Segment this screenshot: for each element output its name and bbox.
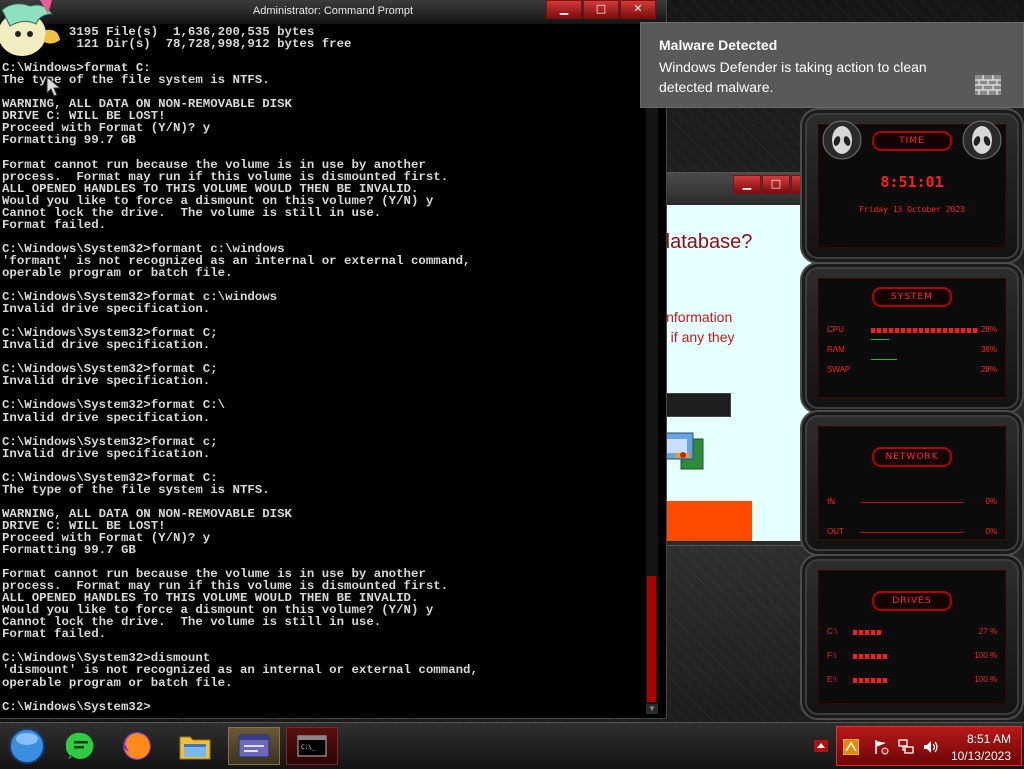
- alien-head-icon: [962, 120, 1002, 160]
- drives-gadget[interactable]: DRIVES C:\ 27 % F:\ 100 % E:\ 100 %: [800, 554, 1024, 720]
- gadget-date: Friday 13 October 2023: [859, 205, 965, 214]
- taskbar-command-prompt[interactable]: C:\_: [286, 727, 338, 765]
- system-gadget[interactable]: SYSTEM CPU 28% RAM 36% SWAP 28%: [800, 262, 1024, 414]
- terminal-icon: C:\_: [297, 735, 327, 757]
- swap-graph-line: [871, 359, 897, 360]
- system-tray: 8:51 AM 10/13/2023: [836, 726, 1022, 766]
- ram-graph-line: [871, 339, 889, 340]
- drive-f-bar: [853, 654, 887, 659]
- drive-f-value: 100 %: [974, 651, 997, 660]
- cmd-console-output[interactable]: 3195 File(s) 1,636,200,535 bytes 121 Dir…: [2, 26, 642, 716]
- cmd-minimize-button[interactable]: ▁: [546, 0, 582, 19]
- drive-f-row: F:\ 100 %: [827, 651, 997, 663]
- dialog-titlebar[interactable]: ▁ □ ✕: [657, 173, 823, 203]
- drives-gadget-screen: DRIVES C:\ 27 % F:\ 100 % E:\ 100 %: [818, 570, 1006, 704]
- mouse-cursor-icon: [46, 76, 62, 97]
- cpu-value: 28%: [980, 325, 997, 334]
- svg-text:C:\_: C:\_: [301, 744, 316, 751]
- net-in-value: 0%: [985, 497, 997, 506]
- folder-icon: [179, 736, 211, 760]
- taskbar-time: 8:51 AM: [966, 732, 1011, 746]
- taskbar: C:\_ 8:51 AM 10/13/2023: [0, 722, 1024, 769]
- dialog-action-button[interactable]: [659, 501, 752, 541]
- cartoon-avatar-icon: [0, 0, 60, 56]
- ram-label: RAM: [827, 345, 845, 354]
- cmd-scrollbar[interactable]: ▲ ▼: [646, 24, 658, 714]
- net-in-row: IN 0%: [827, 497, 997, 509]
- ram-row: RAM 36%: [827, 339, 997, 357]
- malware-notification-toast[interactable]: Malware Detected Windows Defender is tak…: [640, 22, 1024, 108]
- net-in-label: IN: [827, 497, 835, 506]
- network-gadget[interactable]: NETWORK IN 0% OUT 0%: [800, 410, 1024, 556]
- defender-brick-icon: [975, 75, 1001, 95]
- drive-e-row: E:\ 100 %: [827, 675, 997, 687]
- taskbar-chat-app[interactable]: [58, 727, 104, 765]
- dialog-minimize-button[interactable]: ▁: [733, 175, 761, 194]
- net-out-value: 0%: [985, 527, 997, 536]
- background-dialog-window[interactable]: ▁ □ ✕ database? information e if any the…: [656, 172, 824, 546]
- cpu-label: CPU: [827, 325, 844, 334]
- network-gadget-screen: NETWORK IN 0% OUT 0%: [818, 426, 1006, 540]
- scroll-down-arrow-icon[interactable]: ▼: [646, 704, 658, 714]
- drive-e-label: E:\: [827, 675, 837, 684]
- defender-tray-icon[interactable]: [843, 739, 859, 755]
- cpu-usage-bar: [871, 328, 979, 333]
- action-center-flag-icon[interactable]: [873, 739, 889, 755]
- network-gadget-title: NETWORK: [872, 447, 952, 467]
- system-gadget-screen: SYSTEM CPU 28% RAM 36% SWAP 28%: [818, 278, 1006, 398]
- volume-speaker-icon[interactable]: [923, 739, 939, 755]
- drive-c-label: C:\: [827, 627, 838, 636]
- dialog-info-line2: e if any they: [659, 329, 735, 345]
- dialog-maximize-button[interactable]: □: [762, 175, 790, 194]
- command-prompt-window[interactable]: Administrator: Command Prompt ▁ □ ✕ 3195…: [0, 0, 667, 719]
- cmd-maximize-button[interactable]: □: [583, 0, 619, 19]
- start-orb-icon: [9, 728, 45, 764]
- taskbar-firefox[interactable]: [114, 727, 160, 765]
- swap-label: SWAP: [827, 365, 851, 374]
- system-gadget-title: SYSTEM: [872, 287, 952, 307]
- cmd-titlebar[interactable]: Administrator: Command Prompt ▁ □ ✕: [0, 0, 666, 24]
- cpu-row: CPU 28%: [827, 325, 997, 337]
- drive-c-row: C:\ 27 %: [827, 627, 997, 639]
- cmd-scrollbar-thumb[interactable]: [647, 576, 656, 702]
- toast-message: Windows Defender is taking action to cle…: [659, 59, 927, 95]
- time-gadget-title: TIME: [872, 131, 952, 151]
- drives-gadget-title: DRIVES: [872, 591, 952, 611]
- taskbar-clock[interactable]: 8:51 AM 10/13/2023: [951, 731, 1011, 765]
- dialog-question: database?: [659, 231, 753, 253]
- alien-head-icon: [822, 120, 862, 160]
- time-gadget[interactable]: TIME 8:51:01 Friday 13 October 2023: [800, 108, 1024, 264]
- taskbar-dialog-app[interactable]: [228, 727, 280, 765]
- dialog-info: information e if any they: [659, 307, 735, 347]
- start-button[interactable]: [4, 727, 50, 765]
- drive-e-bar: [853, 678, 887, 683]
- drive-e-value: 100 %: [974, 675, 997, 684]
- swap-row: SWAP 28%: [827, 359, 997, 377]
- cmd-close-button[interactable]: ✕: [620, 0, 656, 19]
- ram-value: 36%: [980, 345, 997, 354]
- window-app-icon: [238, 734, 270, 758]
- net-out-graph: [861, 532, 963, 533]
- dialog-info-line1: information: [663, 309, 733, 325]
- chat-bubble-icon: [66, 732, 94, 759]
- net-in-graph: [861, 502, 963, 503]
- gadget-clock: 8:51:01: [880, 173, 944, 191]
- net-out-label: OUT: [827, 527, 844, 536]
- dialog-content: database? information e if any they: [659, 205, 817, 541]
- drive-c-value: 27 %: [978, 627, 997, 636]
- firefox-icon: [123, 732, 151, 760]
- show-hidden-icons-arrow-icon[interactable]: [814, 740, 828, 752]
- taskbar-file-explorer[interactable]: [172, 727, 218, 765]
- network-tray-icon[interactable]: [897, 738, 915, 756]
- drive-f-label: F:\: [827, 651, 837, 660]
- drive-c-bar: [853, 630, 881, 635]
- toast-title: Malware Detected: [659, 37, 778, 53]
- swap-value: 28%: [980, 365, 997, 374]
- taskbar-date: 10/13/2023: [950, 749, 1011, 763]
- dialog-input-field[interactable]: [659, 393, 731, 417]
- net-out-row: OUT 0%: [827, 527, 997, 539]
